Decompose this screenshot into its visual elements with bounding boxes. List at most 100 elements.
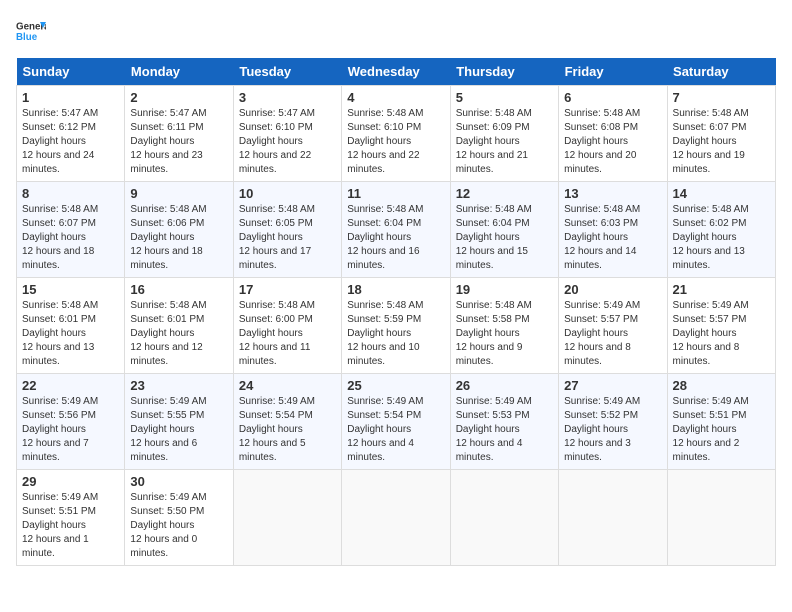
calendar-cell: 20 Sunrise: 5:49 AMSunset: 5:57 PMDaylig… bbox=[559, 278, 667, 374]
day-info: Sunrise: 5:49 AMSunset: 5:53 PMDaylight … bbox=[456, 395, 553, 465]
calendar-cell: 15 Sunrise: 5:48 AMSunset: 6:01 PMDaylig… bbox=[17, 278, 125, 374]
calendar-cell: 27 Sunrise: 5:49 AMSunset: 5:52 PMDaylig… bbox=[559, 374, 667, 470]
calendar-cell: 4 Sunrise: 5:48 AMSunset: 6:10 PMDayligh… bbox=[342, 86, 450, 182]
day-info: Sunrise: 5:48 AMSunset: 6:07 PMDaylight … bbox=[22, 203, 119, 273]
calendar-cell: 5 Sunrise: 5:48 AMSunset: 6:09 PMDayligh… bbox=[450, 86, 558, 182]
calendar-cell: 23 Sunrise: 5:49 AMSunset: 5:55 PMDaylig… bbox=[125, 374, 233, 470]
col-header-tuesday: Tuesday bbox=[233, 58, 341, 86]
calendar-cell: 16 Sunrise: 5:48 AMSunset: 6:01 PMDaylig… bbox=[125, 278, 233, 374]
day-number: 30 bbox=[130, 474, 227, 489]
day-number: 27 bbox=[564, 378, 661, 393]
week-row: 15 Sunrise: 5:48 AMSunset: 6:01 PMDaylig… bbox=[17, 278, 776, 374]
day-info: Sunrise: 5:47 AMSunset: 6:10 PMDaylight … bbox=[239, 107, 336, 177]
calendar-cell: 18 Sunrise: 5:48 AMSunset: 5:59 PMDaylig… bbox=[342, 278, 450, 374]
day-info: Sunrise: 5:49 AMSunset: 5:56 PMDaylight … bbox=[22, 395, 119, 465]
day-info: Sunrise: 5:49 AMSunset: 5:55 PMDaylight … bbox=[130, 395, 227, 465]
day-number: 25 bbox=[347, 378, 444, 393]
day-number: 23 bbox=[130, 378, 227, 393]
day-info: Sunrise: 5:48 AMSunset: 6:00 PMDaylight … bbox=[239, 299, 336, 369]
day-info: Sunrise: 5:49 AMSunset: 5:51 PMDaylight … bbox=[673, 395, 770, 465]
day-number: 21 bbox=[673, 282, 770, 297]
calendar-cell: 24 Sunrise: 5:49 AMSunset: 5:54 PMDaylig… bbox=[233, 374, 341, 470]
calendar-cell bbox=[342, 470, 450, 566]
calendar-cell bbox=[450, 470, 558, 566]
calendar-cell: 30 Sunrise: 5:49 AMSunset: 5:50 PMDaylig… bbox=[125, 470, 233, 566]
day-info: Sunrise: 5:48 AMSunset: 6:02 PMDaylight … bbox=[673, 203, 770, 273]
calendar-cell: 26 Sunrise: 5:49 AMSunset: 5:53 PMDaylig… bbox=[450, 374, 558, 470]
day-info: Sunrise: 5:49 AMSunset: 5:54 PMDaylight … bbox=[347, 395, 444, 465]
day-info: Sunrise: 5:48 AMSunset: 6:05 PMDaylight … bbox=[239, 203, 336, 273]
day-info: Sunrise: 5:48 AMSunset: 6:10 PMDaylight … bbox=[347, 107, 444, 177]
calendar-cell: 29 Sunrise: 5:49 AMSunset: 5:51 PMDaylig… bbox=[17, 470, 125, 566]
day-info: Sunrise: 5:47 AMSunset: 6:11 PMDaylight … bbox=[130, 107, 227, 177]
calendar-cell: 11 Sunrise: 5:48 AMSunset: 6:04 PMDaylig… bbox=[342, 182, 450, 278]
day-number: 6 bbox=[564, 90, 661, 105]
calendar-cell bbox=[233, 470, 341, 566]
day-number: 2 bbox=[130, 90, 227, 105]
calendar-cell: 2 Sunrise: 5:47 AMSunset: 6:11 PMDayligh… bbox=[125, 86, 233, 182]
calendar-cell: 8 Sunrise: 5:48 AMSunset: 6:07 PMDayligh… bbox=[17, 182, 125, 278]
col-header-wednesday: Wednesday bbox=[342, 58, 450, 86]
logo-icon: General Blue bbox=[16, 16, 46, 46]
week-row: 29 Sunrise: 5:49 AMSunset: 5:51 PMDaylig… bbox=[17, 470, 776, 566]
day-number: 22 bbox=[22, 378, 119, 393]
day-info: Sunrise: 5:48 AMSunset: 6:04 PMDaylight … bbox=[347, 203, 444, 273]
calendar-cell bbox=[559, 470, 667, 566]
calendar-cell: 17 Sunrise: 5:48 AMSunset: 6:00 PMDaylig… bbox=[233, 278, 341, 374]
day-info: Sunrise: 5:49 AMSunset: 5:50 PMDaylight … bbox=[130, 491, 227, 561]
day-info: Sunrise: 5:49 AMSunset: 5:57 PMDaylight … bbox=[564, 299, 661, 369]
day-number: 15 bbox=[22, 282, 119, 297]
day-info: Sunrise: 5:48 AMSunset: 6:03 PMDaylight … bbox=[564, 203, 661, 273]
day-number: 29 bbox=[22, 474, 119, 489]
day-number: 3 bbox=[239, 90, 336, 105]
day-number: 20 bbox=[564, 282, 661, 297]
calendar-cell: 25 Sunrise: 5:49 AMSunset: 5:54 PMDaylig… bbox=[342, 374, 450, 470]
col-header-saturday: Saturday bbox=[667, 58, 775, 86]
calendar-cell: 9 Sunrise: 5:48 AMSunset: 6:06 PMDayligh… bbox=[125, 182, 233, 278]
calendar-cell bbox=[667, 470, 775, 566]
calendar-cell: 3 Sunrise: 5:47 AMSunset: 6:10 PMDayligh… bbox=[233, 86, 341, 182]
logo: General Blue bbox=[16, 16, 46, 46]
day-number: 19 bbox=[456, 282, 553, 297]
day-number: 9 bbox=[130, 186, 227, 201]
day-info: Sunrise: 5:48 AMSunset: 6:07 PMDaylight … bbox=[673, 107, 770, 177]
day-number: 8 bbox=[22, 186, 119, 201]
day-info: Sunrise: 5:47 AMSunset: 6:12 PMDaylight … bbox=[22, 107, 119, 177]
day-number: 18 bbox=[347, 282, 444, 297]
calendar-cell: 6 Sunrise: 5:48 AMSunset: 6:08 PMDayligh… bbox=[559, 86, 667, 182]
day-info: Sunrise: 5:48 AMSunset: 5:58 PMDaylight … bbox=[456, 299, 553, 369]
day-number: 16 bbox=[130, 282, 227, 297]
day-number: 10 bbox=[239, 186, 336, 201]
day-info: Sunrise: 5:49 AMSunset: 5:57 PMDaylight … bbox=[673, 299, 770, 369]
day-info: Sunrise: 5:48 AMSunset: 6:01 PMDaylight … bbox=[22, 299, 119, 369]
day-number: 28 bbox=[673, 378, 770, 393]
calendar-cell: 12 Sunrise: 5:48 AMSunset: 6:04 PMDaylig… bbox=[450, 182, 558, 278]
day-info: Sunrise: 5:48 AMSunset: 6:01 PMDaylight … bbox=[130, 299, 227, 369]
day-number: 24 bbox=[239, 378, 336, 393]
svg-text:Blue: Blue bbox=[16, 32, 38, 43]
calendar-cell: 21 Sunrise: 5:49 AMSunset: 5:57 PMDaylig… bbox=[667, 278, 775, 374]
day-number: 14 bbox=[673, 186, 770, 201]
col-header-sunday: Sunday bbox=[17, 58, 125, 86]
calendar-cell: 14 Sunrise: 5:48 AMSunset: 6:02 PMDaylig… bbox=[667, 182, 775, 278]
day-number: 12 bbox=[456, 186, 553, 201]
day-number: 5 bbox=[456, 90, 553, 105]
week-row: 22 Sunrise: 5:49 AMSunset: 5:56 PMDaylig… bbox=[17, 374, 776, 470]
day-info: Sunrise: 5:48 AMSunset: 5:59 PMDaylight … bbox=[347, 299, 444, 369]
header-row: SundayMondayTuesdayWednesdayThursdayFrid… bbox=[17, 58, 776, 86]
day-number: 13 bbox=[564, 186, 661, 201]
day-info: Sunrise: 5:49 AMSunset: 5:54 PMDaylight … bbox=[239, 395, 336, 465]
calendar-cell: 22 Sunrise: 5:49 AMSunset: 5:56 PMDaylig… bbox=[17, 374, 125, 470]
day-number: 4 bbox=[347, 90, 444, 105]
calendar-table: SundayMondayTuesdayWednesdayThursdayFrid… bbox=[16, 58, 776, 566]
day-info: Sunrise: 5:49 AMSunset: 5:51 PMDaylight … bbox=[22, 491, 119, 561]
day-info: Sunrise: 5:48 AMSunset: 6:08 PMDaylight … bbox=[564, 107, 661, 177]
day-number: 26 bbox=[456, 378, 553, 393]
day-number: 11 bbox=[347, 186, 444, 201]
calendar-cell: 13 Sunrise: 5:48 AMSunset: 6:03 PMDaylig… bbox=[559, 182, 667, 278]
day-info: Sunrise: 5:48 AMSunset: 6:06 PMDaylight … bbox=[130, 203, 227, 273]
day-info: Sunrise: 5:48 AMSunset: 6:09 PMDaylight … bbox=[456, 107, 553, 177]
day-info: Sunrise: 5:49 AMSunset: 5:52 PMDaylight … bbox=[564, 395, 661, 465]
calendar-cell: 10 Sunrise: 5:48 AMSunset: 6:05 PMDaylig… bbox=[233, 182, 341, 278]
page-header: General Blue bbox=[16, 16, 776, 46]
